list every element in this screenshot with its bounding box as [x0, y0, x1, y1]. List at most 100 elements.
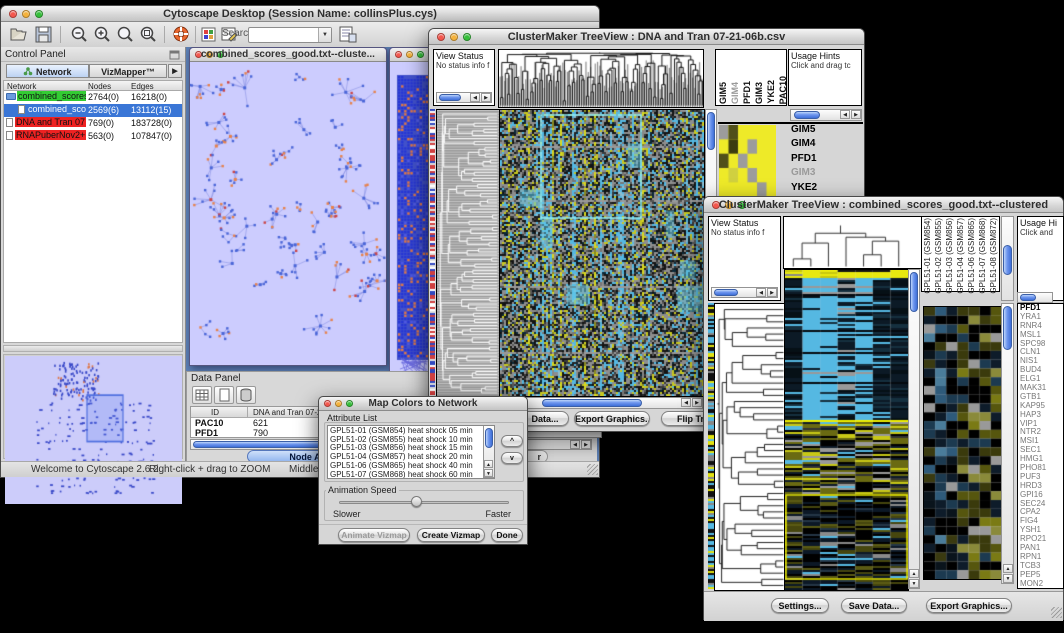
- heatmap-hscrollbar[interactable]: ◀ ▶: [501, 397, 703, 409]
- scrollbar-thumb[interactable]: [714, 289, 738, 296]
- network-row[interactable]: RNAPuberNov2+I563(0)107847(0): [4, 130, 182, 143]
- zoom-window-icon[interactable]: [417, 51, 424, 58]
- zoom-out-icon[interactable]: [69, 25, 89, 44]
- treeview2-titlebar[interactable]: ClusterMaker TreeView : combined_scores_…: [704, 197, 1063, 213]
- export-graphics-button[interactable]: Export Graphics...: [574, 411, 650, 426]
- scroll-down-icon[interactable]: ▼: [484, 469, 493, 477]
- network-canvas[interactable]: [190, 62, 386, 365]
- column-dendrogram-canvas[interactable]: [783, 216, 922, 269]
- move-up-button[interactable]: ^: [501, 435, 523, 447]
- network-overview-canvas[interactable]: [5, 356, 182, 504]
- column-label[interactable]: PFD1: [743, 81, 752, 104]
- row-label[interactable]: GIM3: [791, 168, 863, 182]
- create-vizmap-button[interactable]: Create Vizmap: [417, 528, 485, 542]
- report-icon[interactable]: [338, 25, 358, 44]
- attribute-list-scrollbar[interactable]: ▲ ▼: [483, 426, 494, 478]
- scrollbar-thumb[interactable]: [1003, 306, 1012, 350]
- close-icon[interactable]: [395, 51, 402, 58]
- scrollbar-thumb[interactable]: [1003, 245, 1012, 275]
- scroll-right-icon[interactable]: ▶: [851, 110, 861, 119]
- view-status-scrollbar[interactable]: ◀ ▶: [711, 287, 778, 298]
- tab-network[interactable]: Network: [6, 64, 89, 78]
- scroll-down-icon[interactable]: ▼: [1003, 574, 1013, 583]
- column-label[interactable]: YKE2: [767, 80, 776, 104]
- global-heatmap-canvas[interactable]: [499, 109, 705, 397]
- column-network[interactable]: Network: [7, 82, 36, 91]
- float-panel-icon[interactable]: [169, 50, 180, 60]
- column-label[interactable]: GIM5: [719, 82, 728, 104]
- zoom-in-icon[interactable]: [92, 25, 112, 44]
- labels-vscrollbar[interactable]: [1001, 216, 1014, 301]
- save-data-button[interactable]: Save Data...: [841, 598, 907, 613]
- zoom-panel-hscrollbar[interactable]: ◀ ▶: [790, 109, 862, 121]
- sample-label[interactable]: GPL51-08 (GSM872): [990, 218, 998, 294]
- heatmap-vscrollbar[interactable]: ▲ ▼: [908, 269, 920, 589]
- column-divider[interactable]: [247, 407, 248, 417]
- column-label[interactable]: GIM4: [731, 82, 740, 104]
- chevron-down-icon[interactable]: ▼: [318, 28, 331, 42]
- scroll-up-icon[interactable]: ▲: [1003, 564, 1013, 573]
- scrollbar-thumb[interactable]: [439, 94, 461, 101]
- row-dendrogram-canvas[interactable]: [436, 109, 500, 397]
- scroll-left-icon[interactable]: ◀: [570, 440, 580, 449]
- scroll-left-icon[interactable]: ◀: [681, 398, 691, 407]
- scroll-right-icon[interactable]: ▶: [581, 440, 591, 449]
- row-label[interactable]: GIM5: [791, 125, 863, 139]
- column-nodes[interactable]: Nodes: [88, 82, 111, 91]
- row-label[interactable]: PFD1: [791, 154, 863, 168]
- scroll-down-icon[interactable]: ▼: [909, 579, 919, 588]
- scroll-right-icon[interactable]: ▶: [692, 398, 702, 407]
- speed-slider-track[interactable]: [339, 501, 509, 504]
- sample-label[interactable]: GPL51-04 (GSM857): [957, 218, 965, 294]
- column-dendrogram-canvas[interactable]: [498, 49, 704, 108]
- new-attribute-icon[interactable]: [214, 386, 234, 404]
- done-button[interactable]: Done: [491, 528, 523, 542]
- scrollbar-thumb[interactable]: [1020, 294, 1036, 301]
- scrollbar-thumb[interactable]: [542, 399, 642, 407]
- network-view-titlebar[interactable]: combined_scores_good.txt--cluste...: [190, 48, 386, 62]
- gene-list-hscrollbar[interactable]: [1017, 292, 1053, 303]
- save-icon[interactable]: [34, 25, 54, 44]
- zoom-fit-icon[interactable]: [115, 25, 135, 44]
- save-data-button[interactable]: Data...: [521, 411, 569, 426]
- scroll-up-icon[interactable]: ▲: [484, 460, 493, 468]
- scroll-left-icon[interactable]: ◀: [840, 110, 850, 119]
- sample-label[interactable]: GPL51-07 (GSM868): [979, 218, 987, 294]
- minimize-icon[interactable]: [406, 51, 413, 58]
- search-input[interactable]: ▼: [248, 27, 332, 43]
- open-file-icon[interactable]: [9, 25, 29, 44]
- scroll-left-icon[interactable]: ◀: [756, 288, 766, 297]
- network-row[interactable]: DNA and Tran 07769(0)183728(0): [4, 117, 182, 130]
- network-row[interactable]: combined_scores2764(0)16218(0): [4, 91, 182, 104]
- speed-slider-thumb[interactable]: [411, 496, 422, 507]
- zoom-selected-icon[interactable]: [138, 25, 158, 44]
- dialog-titlebar[interactable]: Map Colors to Network: [319, 397, 527, 411]
- gene-label[interactable]: MON2: [1020, 580, 1063, 589]
- network-row[interactable]: combined_sco2569(6)13112(15): [4, 104, 182, 117]
- animate-vizmap-button[interactable]: Animate Vizmap: [338, 528, 410, 542]
- resize-grip[interactable]: [1051, 607, 1062, 618]
- vizmapper-icon[interactable]: [200, 25, 220, 44]
- export-graphics-button[interactable]: Export Graphics...: [926, 598, 1012, 613]
- treeview1-titlebar[interactable]: ClusterMaker TreeView : DNA and Tran 07-…: [429, 29, 864, 45]
- scrollbar-thumb[interactable]: [794, 111, 820, 119]
- global-heatmap-canvas[interactable]: [784, 269, 909, 591]
- scroll-right-icon[interactable]: ▶: [481, 93, 491, 102]
- attribute-list[interactable]: GPL51-01 (GSM854) heat shock 05 minGPL51…: [327, 425, 495, 479]
- column-label[interactable]: GIM3: [755, 82, 764, 104]
- scroll-left-icon[interactable]: ◀: [470, 93, 480, 102]
- scrollbar-thumb[interactable]: [707, 112, 715, 150]
- settings-button[interactable]: Settings...: [771, 598, 829, 613]
- sample-label[interactable]: GPL51-03 (GSM856): [946, 218, 954, 294]
- sample-label[interactable]: GPL51-01 (GSM854): [924, 218, 932, 294]
- resize-grip[interactable]: [587, 464, 598, 475]
- row-label[interactable]: YKE2: [791, 183, 863, 197]
- zoom-heatmap-canvas[interactable]: [923, 306, 1003, 580]
- view-status-scrollbar[interactable]: ◀ ▶: [436, 92, 492, 103]
- attribute-select-icon[interactable]: [192, 386, 212, 404]
- row-label[interactable]: GIM4: [791, 139, 863, 153]
- sample-label[interactable]: GPL51-06 (GSM865): [968, 218, 976, 294]
- tab-vizmapper[interactable]: VizMapper™: [89, 64, 167, 78]
- scroll-up-icon[interactable]: ▲: [909, 569, 919, 578]
- delete-attribute-icon[interactable]: [236, 386, 256, 404]
